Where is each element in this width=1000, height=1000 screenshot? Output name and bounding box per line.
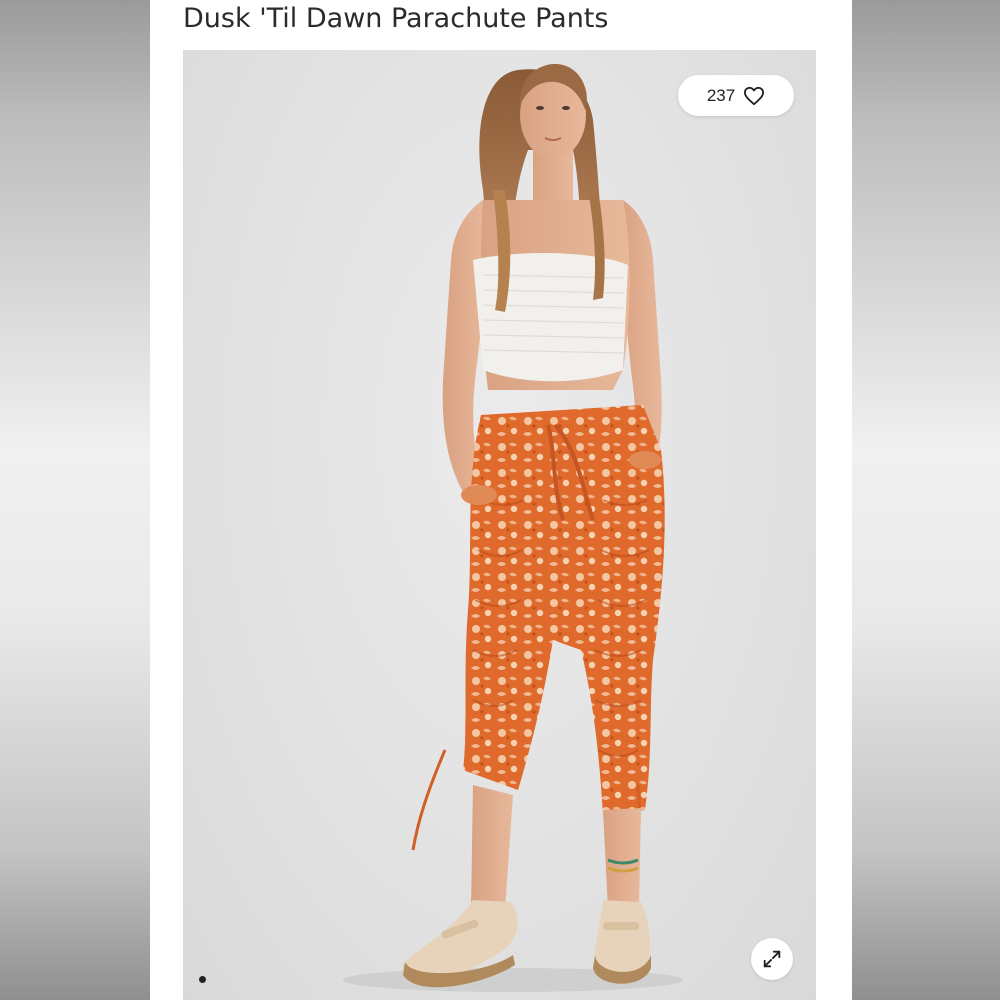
like-count: 237	[706, 85, 736, 105]
heart-outline-icon	[743, 86, 765, 106]
expand-arrows-icon	[761, 948, 783, 970]
blurred-background-left	[0, 0, 150, 1000]
product-card: Dusk 'Til Dawn Parachute Pants 237	[150, 0, 852, 1000]
expand-image-button[interactable]	[751, 938, 793, 980]
product-title: Dusk 'Til Dawn Parachute Pants	[183, 3, 609, 34]
carousel-dot-active[interactable]	[199, 976, 206, 983]
model-illustration	[343, 64, 683, 992]
blurred-background-right	[852, 0, 1000, 1000]
product-photo[interactable]: 237	[183, 50, 816, 1000]
like-button[interactable]: 237	[678, 75, 794, 116]
